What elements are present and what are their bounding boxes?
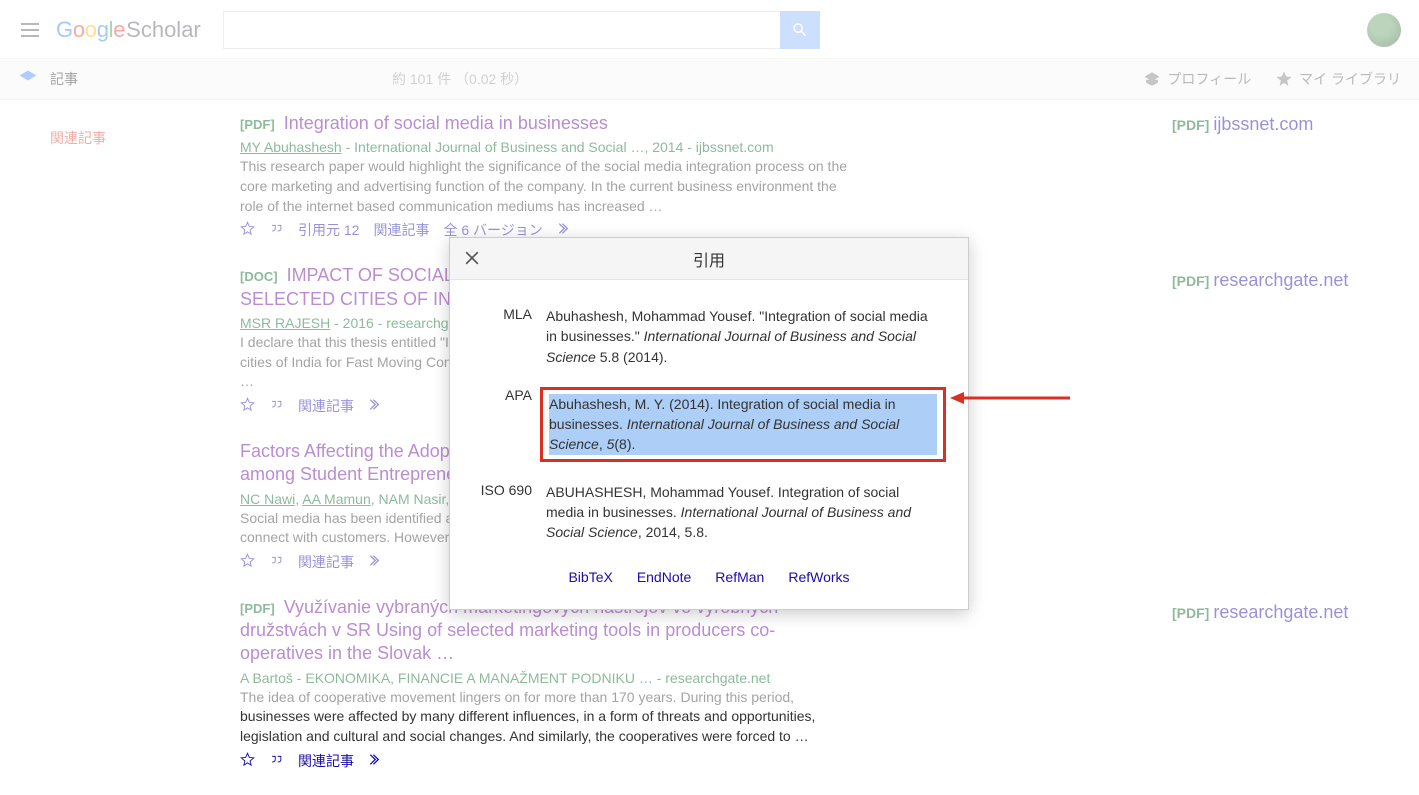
export-refman[interactable]: RefMan <box>715 569 764 585</box>
save-icon[interactable] <box>240 553 255 571</box>
right-link[interactable]: [PDF]ijbssnet.com <box>1172 114 1313 135</box>
profile-label: プロフィール <box>1167 69 1251 89</box>
right-tag: [PDF] <box>1172 605 1209 621</box>
save-icon[interactable] <box>240 752 255 770</box>
sidebar: 関連記事 <box>50 128 106 148</box>
result-authors: NC Nawi <box>240 491 295 507</box>
more-icon[interactable] <box>368 553 383 571</box>
cite-row-iso: ISO 690 ABUHASHESH, Mohammad Yousef. Int… <box>478 482 940 543</box>
modal-title: 引用 <box>693 247 725 271</box>
cited-by-link[interactable]: 引用元 12 <box>298 220 359 240</box>
search-input[interactable] <box>223 11 780 49</box>
cite-text-iso[interactable]: ABUHASHESH, Mohammad Yousef. Integration… <box>546 482 940 543</box>
cite-modal: 引用 MLA Abuhashesh, Mohammad Yousef. "Int… <box>449 237 969 610</box>
cite-row-mla: MLA Abuhashesh, Mohammad Yousef. "Integr… <box>478 306 940 367</box>
export-refworks[interactable]: RefWorks <box>788 569 849 585</box>
library-label: マイ ライブラリ <box>1299 69 1401 89</box>
profile-link[interactable]: プロフィール <box>1143 69 1251 89</box>
subbar: 記事 約 101 件 （0.02 秒） プロフィール マイ ライブラリ <box>0 58 1419 100</box>
result-title[interactable]: [PDF] Integration of social media in bus… <box>240 112 1140 135</box>
related-link[interactable]: 関連記事 <box>298 396 354 416</box>
result-actions: 関連記事 <box>240 751 1140 771</box>
export-endnote[interactable]: EndNote <box>637 569 691 585</box>
cite-label-iso: ISO 690 <box>478 482 546 543</box>
result-meta-rest: - International Journal of Business and … <box>342 139 774 155</box>
article-label: 記事 <box>50 69 78 89</box>
hamburger-menu-icon[interactable] <box>18 18 42 42</box>
article-icon <box>18 68 38 91</box>
cite-icon[interactable] <box>269 752 284 770</box>
header: Google Scholar <box>0 0 1419 58</box>
result-author[interactable]: A Bartoš <box>240 670 293 686</box>
result-snippet: The idea of cooperative movement lingers… <box>240 688 850 747</box>
result-1: [PDF] Integration of social media in bus… <box>240 112 1140 240</box>
save-icon[interactable] <box>240 397 255 415</box>
search-box <box>223 11 820 49</box>
result-meta: MY Abuhashesh - International Journal of… <box>240 139 1140 155</box>
result-title-text: Integration of social media in businesse… <box>284 113 608 133</box>
cite-label-apa: APA <box>478 387 546 462</box>
cite-text-mla[interactable]: Abuhashesh, Mohammad Yousef. "Integratio… <box>546 306 940 367</box>
cite-text-apa[interactable]: Abuhashesh, M. Y. (2014). Integration of… <box>549 394 937 455</box>
cite-icon[interactable] <box>269 553 284 571</box>
right-domain: ijbssnet.com <box>1213 114 1313 134</box>
close-icon[interactable] <box>462 248 482 273</box>
right-domain: researchgate.net <box>1213 270 1348 290</box>
annotation-arrow <box>950 388 1070 413</box>
star-icon <box>1275 70 1293 88</box>
result-4: [PDF] Využívanie vybraných marketingovýc… <box>240 596 1140 771</box>
cite-label-mla: MLA <box>478 306 546 367</box>
file-tag: [PDF] <box>240 601 275 616</box>
result-meta-rest: - EKONOMIKA, FINANCIE A MANAŽMENT PODNIK… <box>293 670 770 686</box>
cite-icon[interactable] <box>269 397 284 415</box>
profile-icon <box>1143 70 1161 88</box>
related-link[interactable]: 関連記事 <box>298 552 354 572</box>
result-author[interactable]: MY Abuhashesh <box>240 139 342 155</box>
file-tag: [PDF] <box>240 117 275 132</box>
library-link[interactable]: マイ ライブラリ <box>1275 69 1401 89</box>
cite-row-apa: APA Abuhashesh, M. Y. (2014). Integratio… <box>478 387 940 462</box>
result-snippet: This research paper would highlight the … <box>240 157 850 216</box>
modal-header: 引用 <box>450 238 968 280</box>
right-domain: researchgate.net <box>1213 602 1348 622</box>
related-link[interactable]: 関連記事 <box>373 220 429 240</box>
result-author[interactable]: MSR RAJESH <box>240 315 330 331</box>
more-icon[interactable] <box>368 397 383 415</box>
cite-icon[interactable] <box>269 221 284 239</box>
right-tag: [PDF] <box>1172 273 1209 289</box>
right-tag: [PDF] <box>1172 117 1209 133</box>
right-link[interactable]: [PDF]researchgate.net <box>1172 602 1348 623</box>
result-meta: A Bartoš - EKONOMIKA, FINANCIE A MANAŽME… <box>240 670 1140 686</box>
user-avatar[interactable] <box>1367 13 1401 47</box>
search-icon <box>791 21 809 39</box>
more-icon[interactable] <box>368 752 383 770</box>
file-tag: [DOC] <box>240 269 278 284</box>
results-count: 約 101 件 （0.02 秒） <box>392 69 528 89</box>
export-bibtex[interactable]: BibTeX <box>568 569 612 585</box>
search-button[interactable] <box>780 11 820 49</box>
export-row: BibTeX EndNote RefMan RefWorks <box>478 563 940 589</box>
related-link[interactable]: 関連記事 <box>298 751 354 771</box>
save-icon[interactable] <box>240 221 255 239</box>
right-link[interactable]: [PDF]researchgate.net <box>1172 270 1348 291</box>
sidebar-related-link[interactable]: 関連記事 <box>50 130 106 146</box>
google-scholar-logo[interactable]: Google Scholar <box>56 17 201 43</box>
logo-scholar-text: Scholar <box>126 17 201 43</box>
apa-highlight-box: Abuhashesh, M. Y. (2014). Integration of… <box>540 387 946 462</box>
